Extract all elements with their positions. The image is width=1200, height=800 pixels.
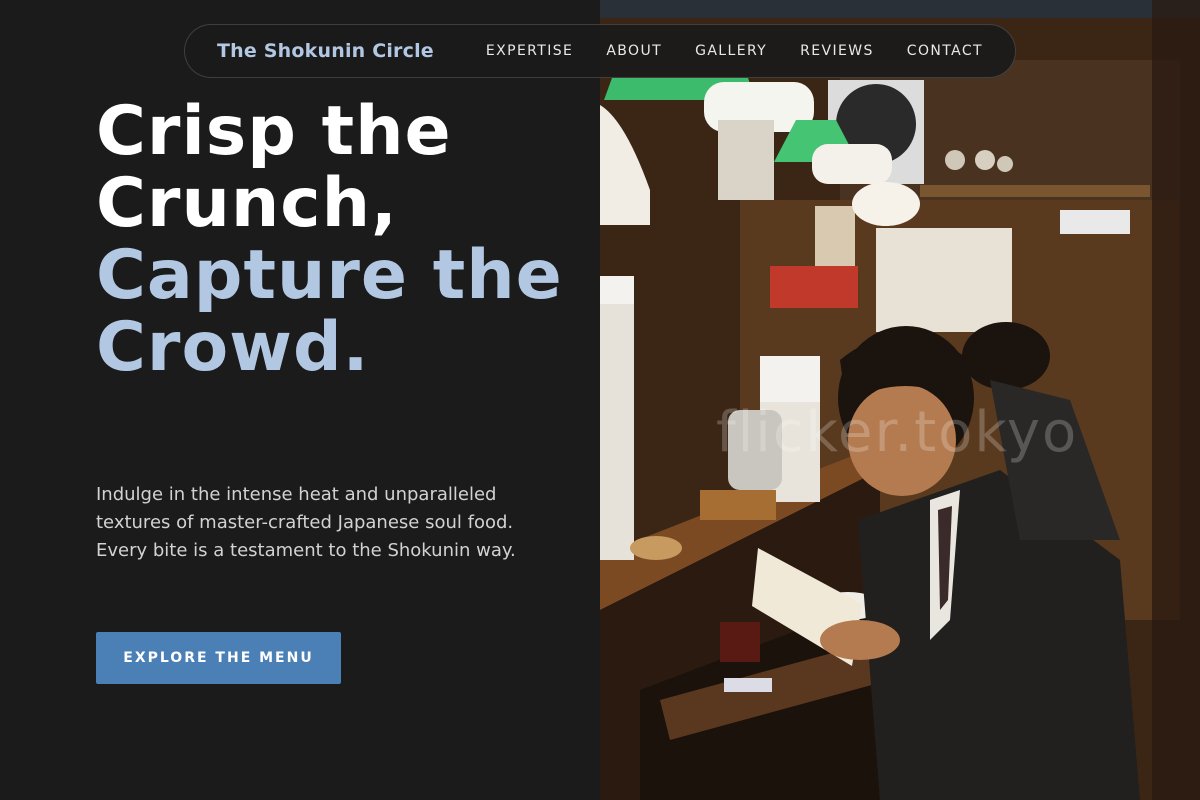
- watermark-text: flicker.tokyo: [716, 400, 1079, 465]
- hero-headline: Crisp the Crunch, Capture the Crowd.: [96, 96, 576, 384]
- main-navigation: The Shokunin Circle EXPERTISE ABOUT GALL…: [184, 24, 1016, 78]
- headline-primary: Crisp the Crunch,: [96, 92, 452, 243]
- nav-link-contact[interactable]: CONTACT: [907, 43, 983, 59]
- nav-link-gallery[interactable]: GALLERY: [695, 43, 767, 59]
- nav-link-about[interactable]: ABOUT: [606, 43, 662, 59]
- brand-logo[interactable]: The Shokunin Circle: [217, 40, 434, 62]
- nav-links: EXPERTISE ABOUT GALLERY REVIEWS CONTACT: [453, 43, 983, 59]
- nav-link-expertise[interactable]: EXPERTISE: [486, 43, 573, 59]
- hero-photo: flicker.tokyo: [600, 0, 1200, 800]
- explore-menu-button[interactable]: EXPLORE THE MENU: [96, 632, 341, 684]
- nav-link-reviews[interactable]: REVIEWS: [800, 43, 874, 59]
- hero-subtitle: Indulge in the intense heat and unparall…: [96, 484, 516, 561]
- headline-accent: Capture the Crowd.: [96, 236, 563, 387]
